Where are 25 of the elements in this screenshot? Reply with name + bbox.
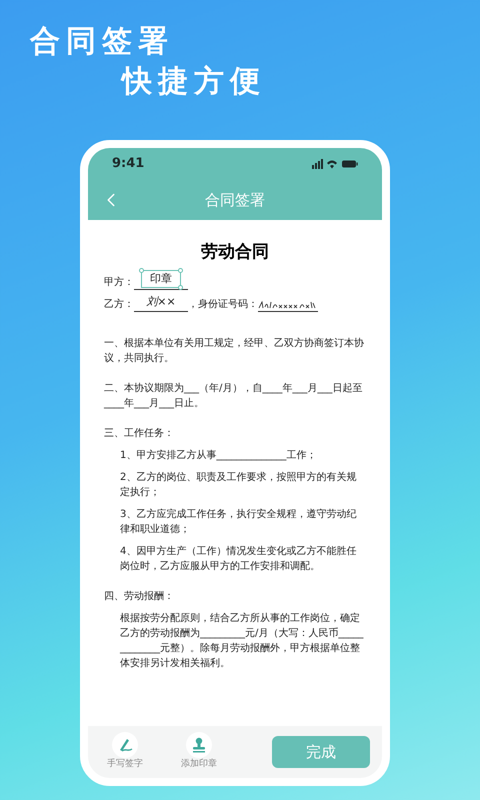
contract-paragraph: 3、乙方应完成工作任务，执行安全规程，遵守劳动纪律和职业道德； — [119, 508, 358, 536]
party-label: 乙方： — [104, 298, 134, 312]
contract-paragraph: 四、劳动报酬： — [104, 590, 175, 604]
contract-paragraph: 4、因甲方生产（工作）情况发生变化或乙方不能胜任岗位时，乙方应服从甲方的工作安排和调配。 — [119, 544, 358, 574]
handwriting-drawing — [258, 300, 316, 310]
signature: 刘×× — [134, 294, 188, 312]
party-label: 甲方： — [104, 276, 134, 290]
contract-paragraph: 根据按劳分配原则，结合乙方所从事的工作岗位，确定乙方的劳动报酬为_________元/月（大写：人民币_____________元整）。除每月劳动报酬外，甲方根据单位整体安排另计发相关福利。 — [119, 612, 364, 670]
headline: 快捷方便 — [122, 63, 267, 101]
status-icons — [312, 159, 358, 169]
nav-title: 合同签署 — [205, 190, 265, 211]
contract-paragraph: 一、根据本单位有关用工规定，经甲、乙双方协商签订本协议，共同执行。 — [104, 336, 365, 366]
contract-paragraph: 二、本协议期限为___（年/月），自____年___月___日起至____年___月___日止。 — [104, 382, 364, 410]
toolbar-button[interactable]: 手写签字 — [100, 732, 150, 772]
contract-paragraph: 1、甲方安排乙方从事______________工作； — [119, 448, 318, 462]
stamp-box: 印章 — [141, 270, 181, 288]
contract-paragraph: 2、乙方的岗位、职责及工作要求，按照甲方的有关规定执行； — [119, 470, 358, 500]
toolbar-button[interactable]: 添加印章 — [174, 732, 224, 772]
contract-paragraph: 三、工作任务： — [104, 426, 175, 440]
stamp-icon — [190, 736, 208, 754]
document-title: 劳动合同 — [200, 241, 270, 264]
done-button[interactable]: 完成 — [272, 736, 370, 768]
id-label: ，身份证号码： — [188, 298, 258, 312]
headline: 合同签署 — [30, 23, 175, 61]
status-time: 9:41 — [112, 155, 144, 174]
